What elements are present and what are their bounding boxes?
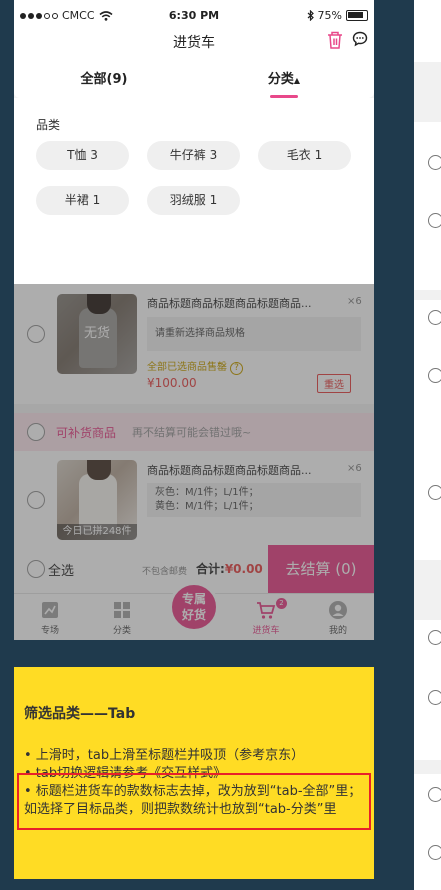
battery-icon xyxy=(346,10,368,21)
highlight-box xyxy=(17,773,371,830)
radio-icon xyxy=(428,787,441,802)
annotation-note: 筛选品类——Tab • 上滑时，tab上滑至标题栏并吸顶（参考京东） • tab… xyxy=(14,667,374,879)
message-icon[interactable] xyxy=(352,31,368,47)
category-chip[interactable]: 羽绒服 1 xyxy=(147,186,240,215)
radio-icon xyxy=(428,630,441,645)
radio-icon xyxy=(428,690,441,705)
phone-screen: CMCC 6:30 PM 75% 进货车 全部(9) 分类▲ 品类 T恤 3 牛… xyxy=(14,0,374,640)
tab-all-label: 全部(9) xyxy=(80,72,128,87)
active-tab-indicator xyxy=(270,95,298,98)
tab-all[interactable]: 全部(9) xyxy=(14,54,194,98)
bluetooth-icon xyxy=(307,10,314,21)
tab-category[interactable]: 分类▲ xyxy=(194,54,374,98)
category-chip[interactable]: 毛衣 1 xyxy=(258,141,351,170)
trash-icon[interactable] xyxy=(326,30,344,50)
category-chip[interactable]: 牛仔裤 3 xyxy=(147,141,240,170)
note-title: 筛选品类——Tab xyxy=(24,706,136,722)
adjacent-screen-edge xyxy=(414,0,441,890)
page-title: 进货车 xyxy=(173,35,215,51)
category-filter-panel: 品类 T恤 3 牛仔裤 3 毛衣 1 半裙 1 羽绒服 1 xyxy=(14,98,374,284)
radio-icon xyxy=(428,845,441,860)
radio-icon xyxy=(428,368,441,383)
radio-icon xyxy=(428,310,441,325)
filter-label: 品类 xyxy=(36,118,61,132)
nav-bar: 进货车 xyxy=(14,30,374,54)
category-chip-list: T恤 3 牛仔裤 3 毛衣 1 半裙 1 羽绒服 1 xyxy=(36,141,352,215)
radio-icon xyxy=(428,155,441,170)
battery-percent: 75% xyxy=(317,9,342,22)
caret-up-icon: ▲ xyxy=(293,76,301,85)
category-chip[interactable]: 半裙 1 xyxy=(36,186,129,215)
category-chip[interactable]: T恤 3 xyxy=(36,141,129,170)
radio-icon xyxy=(428,485,441,500)
radio-icon xyxy=(428,213,441,228)
tab-bar: 全部(9) 分类▲ xyxy=(14,54,374,98)
dim-overlay[interactable] xyxy=(14,284,374,640)
status-bar: CMCC 6:30 PM 75% xyxy=(14,0,374,32)
tab-category-label: 分类 xyxy=(267,72,294,87)
note-line: • 上滑时，tab上滑至标题栏并吸顶（参考京东） xyxy=(24,748,305,763)
